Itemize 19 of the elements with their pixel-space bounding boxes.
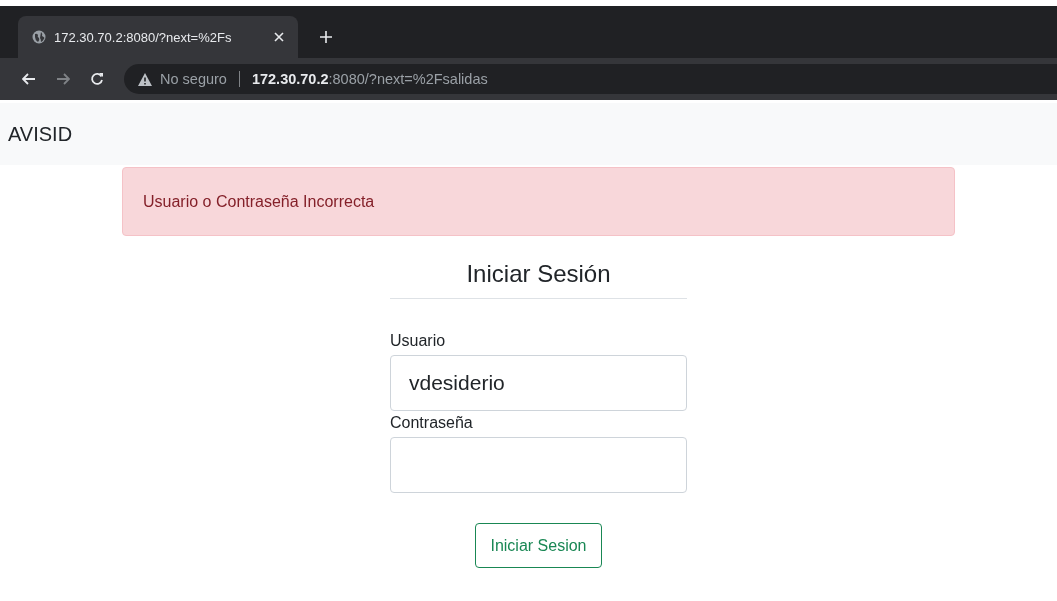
forward-icon[interactable]	[56, 73, 70, 85]
alert-message: Usuario o Contraseña Incorrecta	[143, 192, 375, 211]
globe-icon	[32, 30, 46, 44]
field-label: Contraseña	[390, 414, 474, 432]
password-field[interactable]	[390, 437, 687, 493]
username-field[interactable]: vdesiderio	[390, 355, 687, 411]
reload-icon[interactable]	[90, 72, 104, 86]
security-label: No seguro	[160, 71, 227, 87]
new-tab-icon[interactable]	[320, 31, 332, 43]
address-bar[interactable]: No seguro 172.30.70.2:8080/?next=%2Fsalidas	[124, 64, 1057, 94]
form-title: Iniciar Sesión	[465, 260, 612, 289]
url-text: 172.30.70.2:8080/?next=%2Fsalidas	[251, 71, 488, 87]
browser-tab[interactable]: 172.30.70.2:8080/?next=%2Fs	[18, 16, 298, 58]
brand-link[interactable]: AVISID	[8, 122, 73, 146]
login-button[interactable]: Iniciar Sesion	[475, 523, 602, 568]
back-icon[interactable]	[22, 73, 36, 85]
warning-icon	[138, 72, 152, 86]
close-icon[interactable]	[274, 32, 284, 42]
field-label: Usuario	[390, 332, 447, 350]
